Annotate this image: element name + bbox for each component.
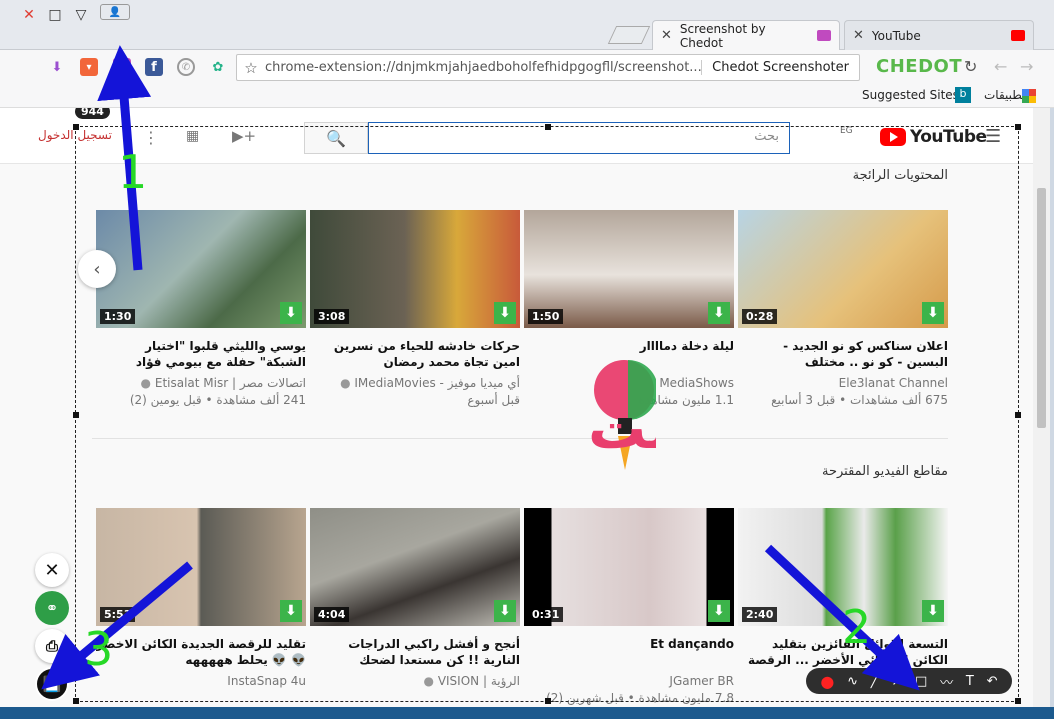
screenshot-icon [817, 30, 831, 41]
annotation-arrows [41, 45, 920, 691]
arrow-2 [764, 544, 920, 691]
step-label-2: 2 [842, 600, 872, 654]
step-label-3: 3 [84, 622, 114, 676]
arrow-3 [41, 561, 193, 690]
carousel-prev-button[interactable]: ‹ [78, 250, 116, 288]
close-tab-icon[interactable]: ✕ [661, 28, 672, 43]
step-label-1: 1 [118, 145, 148, 199]
tab-label: Screenshot by Chedot [679, 21, 766, 50]
tab-screenshot[interactable]: ✕ Screenshot by Chedot [652, 20, 840, 50]
